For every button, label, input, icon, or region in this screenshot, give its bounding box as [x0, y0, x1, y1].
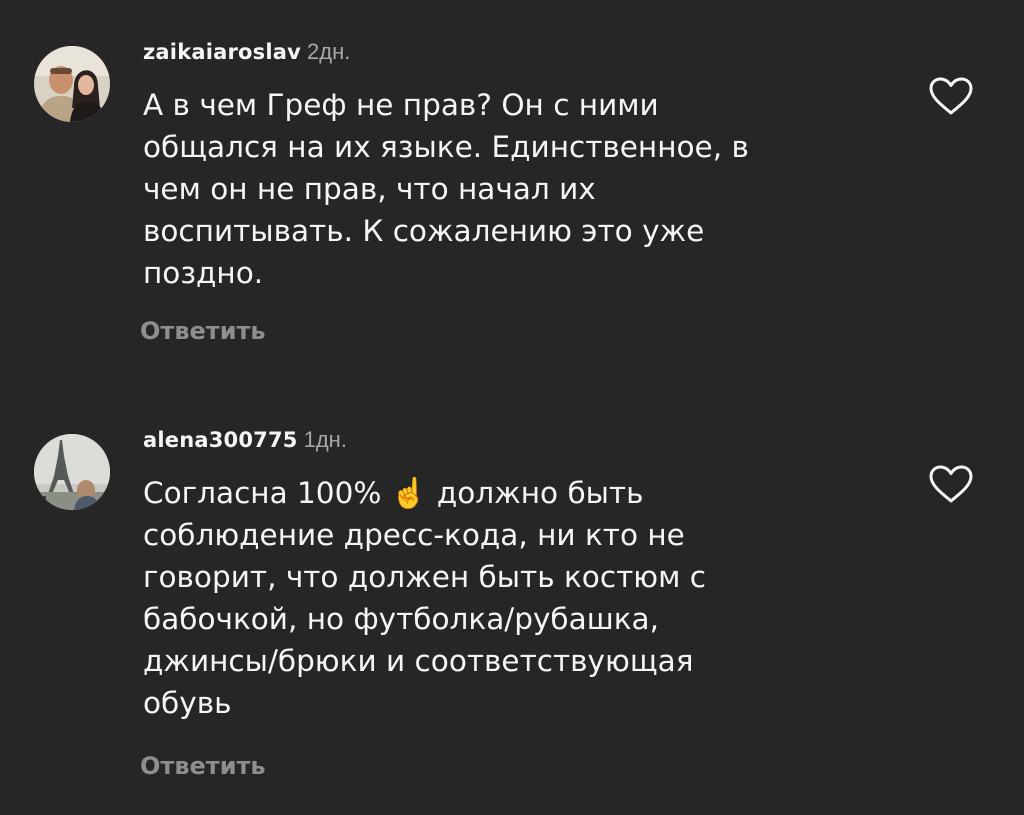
timestamp: 2дн.: [307, 39, 351, 64]
timestamp: 1дн.: [303, 427, 347, 452]
avatar-photo-icon: [34, 434, 110, 510]
reply-button[interactable]: Ответить: [140, 317, 266, 345]
comment-header: zaikaiaroslav 2дн.: [143, 36, 350, 67]
username[interactable]: alena300775: [143, 428, 298, 452]
username[interactable]: zaikaiaroslav: [143, 40, 301, 64]
heart-outline-icon[interactable]: [928, 464, 974, 504]
reply-button[interactable]: Ответить: [140, 752, 266, 780]
heart-outline-icon[interactable]: [928, 76, 974, 116]
comment-header: alena300775 1дн.: [143, 424, 347, 455]
avatar[interactable]: [34, 434, 110, 510]
avatar[interactable]: [34, 46, 110, 122]
avatar-photo-icon: [34, 46, 110, 122]
comment-text: Согласна 100% ☝️ должно быть соблюдение …: [143, 476, 706, 720]
comment-text: А в чем Греф не прав? Он с ними общался …: [143, 88, 749, 290]
